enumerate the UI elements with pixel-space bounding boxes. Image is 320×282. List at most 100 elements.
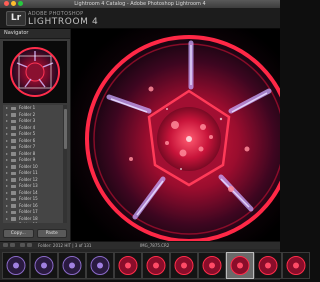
folder-label: Folder 5 [19, 131, 36, 136]
secondary-display-button[interactable] [3, 243, 8, 247]
disclosure-triangle-icon[interactable] [6, 159, 8, 161]
disclosure-triangle-icon[interactable] [6, 133, 8, 135]
main-photo [71, 29, 280, 241]
filmstrip-thumbnail[interactable] [114, 252, 142, 279]
filmstrip-thumbnail[interactable] [198, 252, 226, 279]
disclosure-triangle-icon[interactable] [6, 165, 8, 168]
folder-path-text: Folder: 2012 HIT | 3 of 131 [38, 243, 92, 248]
folder-label: Folder 4 [19, 124, 36, 130]
filmstrip-thumbnail[interactable] [58, 252, 86, 279]
thumbnail-image [87, 253, 113, 278]
forward-arrow-icon[interactable] [27, 243, 32, 247]
left-panel: Navigator Folder 1 Folder 2 Folder 3 Fol… [0, 29, 71, 241]
thumbnail-image [59, 253, 85, 278]
thumbnail-image [115, 253, 141, 278]
paste-settings-button[interactable]: Paste [36, 229, 67, 238]
folder-label: Folder 8 [19, 150, 36, 156]
folder-icon [11, 126, 16, 130]
folder-icon [11, 152, 16, 156]
navigator-preview[interactable] [3, 41, 67, 103]
disclosure-triangle-icon[interactable] [6, 126, 8, 129]
disclosure-triangle-icon[interactable] [6, 107, 8, 109]
thumbnail-image [199, 253, 225, 278]
folder-item[interactable]: Folder 19 [3, 222, 67, 223]
disclosure-triangle-icon[interactable] [6, 146, 8, 148]
grid-view-button[interactable] [10, 243, 15, 247]
folder-label: Folder 6 [19, 137, 36, 143]
thumbnail-image [227, 253, 253, 278]
folder-icon [11, 113, 16, 117]
loupe-view[interactable] [71, 29, 280, 241]
folder-label: Folder 16 [19, 202, 38, 208]
filmstrip-thumbnail[interactable] [86, 252, 114, 279]
app-header: Lr ADOBE PHOTOSHOP LIGHTROOM 4 [0, 8, 280, 29]
folder-label: Folder 1 [19, 105, 36, 110]
folder-label: Folder 14 [19, 189, 38, 195]
folder-icon [11, 119, 16, 123]
disclosure-triangle-icon[interactable] [6, 204, 8, 207]
disclosure-triangle-icon[interactable] [6, 120, 8, 122]
lightroom-logo-icon: Lr [6, 11, 26, 26]
filmstrip-thumbnail[interactable] [142, 252, 170, 279]
folders-scrollbar[interactable] [63, 105, 67, 223]
folder-icon [11, 171, 16, 175]
folder-label: Folder 2 [19, 111, 36, 117]
disclosure-triangle-icon[interactable] [6, 217, 8, 220]
folder-label: Folder 3 [19, 118, 36, 123]
filmstrip-thumbnail[interactable] [282, 252, 310, 279]
folder-label: Folder 10 [19, 163, 38, 169]
folder-icon [11, 204, 16, 208]
filmstrip-thumbnail[interactable] [254, 252, 282, 279]
disclosure-triangle-icon[interactable] [6, 113, 8, 116]
window-title: Lightroom 4 Catalog - Adobe Photoshop Li… [74, 1, 206, 7]
thumbnail-image [171, 253, 197, 278]
filename-text: IMG_7875.CR2 [140, 243, 170, 248]
folder-icon [11, 165, 16, 169]
folder-icon [11, 158, 16, 162]
disclosure-triangle-icon[interactable] [6, 172, 8, 174]
filmstrip[interactable] [0, 249, 310, 280]
navigator-header[interactable]: Navigator [0, 29, 70, 39]
folder-label: Folder 17 [19, 209, 38, 214]
back-arrow-icon[interactable] [20, 243, 25, 247]
product-name: LIGHTROOM 4 [28, 17, 99, 27]
folder-label: Folder 7 [19, 144, 36, 149]
folder-label: Folder 15 [19, 196, 38, 201]
thumbnail-image [255, 253, 281, 278]
thumbnail-image [143, 253, 169, 278]
filmstrip-thumbnail[interactable] [30, 252, 58, 279]
folder-icon [11, 217, 16, 221]
folder-icon [11, 145, 16, 149]
folder-label: Folder 19 [19, 222, 38, 223]
folder-icon [11, 178, 16, 182]
folder-label: Folder 18 [19, 215, 38, 221]
thumbnail-image [3, 253, 29, 278]
navigator-thumbnail-image [3, 41, 67, 103]
disclosure-triangle-icon[interactable] [6, 178, 8, 181]
folder-label: Folder 11 [19, 170, 38, 175]
filmstrip-thumbnail[interactable] [170, 252, 198, 279]
folder-icon [11, 197, 16, 201]
folder-icon [11, 191, 16, 195]
folder-icon [11, 184, 16, 188]
folder-icon [11, 132, 16, 136]
filmstrip-thumbnail[interactable] [2, 252, 30, 279]
disclosure-triangle-icon[interactable] [6, 185, 8, 187]
disclosure-triangle-icon[interactable] [6, 191, 8, 194]
folders-list[interactable]: Folder 1 Folder 2 Folder 3 Folder 4 Folder 5… [3, 105, 67, 223]
disclosure-triangle-icon[interactable] [6, 152, 8, 155]
filmstrip-thumbnail[interactable] [226, 252, 254, 279]
folder-label: Folder 9 [19, 157, 36, 162]
thumbnail-image [283, 253, 309, 278]
disclosure-triangle-icon[interactable] [6, 198, 8, 200]
thumbnail-image [31, 253, 57, 278]
folder-icon [11, 106, 16, 110]
folder-icon [11, 139, 16, 143]
folder-icon [11, 210, 16, 214]
folder-label: Folder 12 [19, 176, 38, 182]
folder-label: Folder 13 [19, 183, 38, 188]
disclosure-triangle-icon[interactable] [6, 139, 8, 142]
copy-settings-button[interactable]: Copy... [3, 229, 34, 238]
folders-scroll-thumb[interactable] [63, 109, 67, 149]
disclosure-triangle-icon[interactable] [6, 211, 8, 213]
